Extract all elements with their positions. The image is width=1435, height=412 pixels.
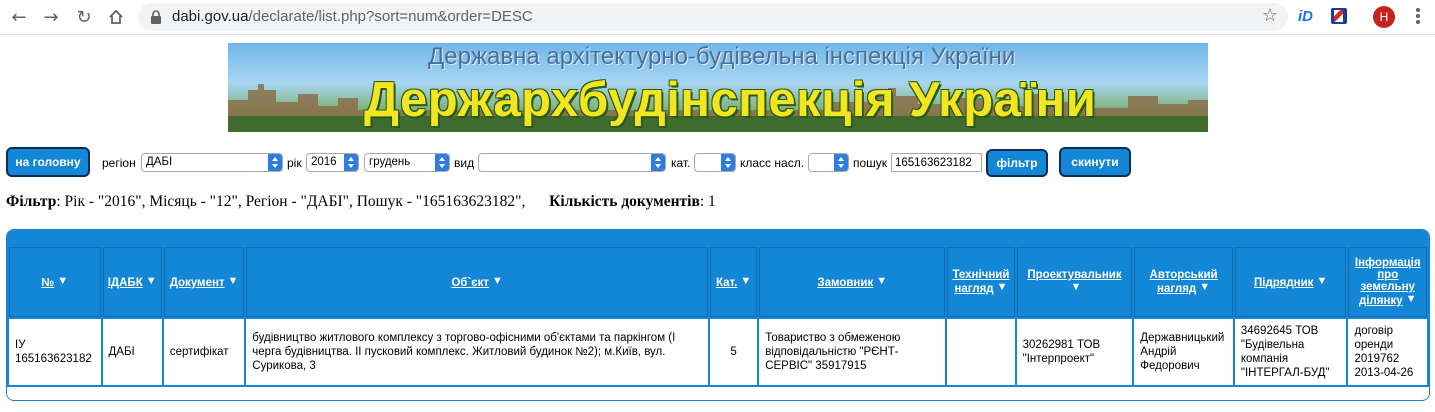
cell-author-supervision: Державницький Андрій Федорович xyxy=(1134,319,1233,385)
category-select[interactable] xyxy=(694,153,736,172)
year-label: рік xyxy=(287,156,302,170)
home-button[interactable]: на головну xyxy=(6,147,90,177)
url-text: dabi.gov.ua/declarate/list.php?sort=num&… xyxy=(172,8,533,25)
forward-icon[interactable]: → xyxy=(38,4,64,30)
chevron-down-icon xyxy=(651,154,665,171)
id-extension-icon[interactable]: iD xyxy=(1298,8,1313,25)
chevron-down-icon xyxy=(435,154,449,171)
filter-summary-text: : Рік - "2016", Місяць - "12", Регіон - … xyxy=(56,193,526,210)
sort-arrow-icon: ▼ xyxy=(1070,281,1082,293)
browser-toolbar: ← → ↻ dabi.gov.ua/declarate/list.php?sor… xyxy=(0,0,1435,35)
flag-extension-icon[interactable] xyxy=(1331,8,1347,24)
chevron-down-icon xyxy=(268,154,282,171)
cell-land-info: договір оренди 2019762 2013-04-26 xyxy=(1348,319,1427,385)
cell-object: будівництво житлового комплексу з торгов… xyxy=(246,319,708,385)
filter-button[interactable]: фільтр xyxy=(986,149,1048,177)
cell-designer: 30262981 ТОВ "Інтерпроект" xyxy=(1016,319,1133,385)
lock-icon xyxy=(151,10,161,24)
column-header-object[interactable]: Об`єкт ▼ xyxy=(246,247,708,317)
results-table: № ▼ ІДАБК ▼ Документ ▼ Об`єкт ▼ Кат. ▼ Замовн… xyxy=(6,229,1430,401)
search-label: пошук xyxy=(853,156,888,170)
cell-customer: Товариство з обмеженою відповідальністю … xyxy=(759,319,946,385)
table-footer xyxy=(7,387,1429,399)
sort-arrow-icon: ▼ xyxy=(1316,275,1328,287)
column-header-document[interactable]: Документ ▼ xyxy=(163,247,245,317)
back-icon[interactable]: ← xyxy=(6,4,32,30)
table-row: ІУ 165163623182 ДАБІ сертифікат будівниц… xyxy=(9,319,1427,385)
reset-button[interactable]: скинути xyxy=(1059,147,1131,177)
banner-subtitle: Державна архітектурно-будівельна інспекц… xyxy=(428,43,1016,70)
region-select[interactable]: ДАБІ xyxy=(141,153,283,172)
sort-arrow-icon: ▼ xyxy=(145,275,157,287)
sort-arrow-icon: ▼ xyxy=(1199,281,1211,293)
cell-category: 5 xyxy=(709,319,758,385)
home-icon[interactable] xyxy=(103,4,129,30)
site-banner: Державна архітектурно-будівельна інспекц… xyxy=(228,43,1208,132)
column-header-customer[interactable]: Замовник ▼ xyxy=(759,247,946,317)
filter-bar: на головну регіон ДАБІ рік 2016 грудень … xyxy=(0,145,1435,181)
chevron-down-icon xyxy=(834,154,848,171)
year-select[interactable]: 2016 xyxy=(306,153,359,172)
column-header-contractor[interactable]: Підрядник ▼ xyxy=(1234,247,1347,317)
column-header-idabk[interactable]: ІДАБК ▼ xyxy=(102,247,162,317)
menu-icon[interactable] xyxy=(1408,6,1428,28)
class-select[interactable] xyxy=(808,153,849,172)
region-label: регіон xyxy=(102,156,136,170)
category-label: кат. xyxy=(671,156,691,170)
cell-contractor: 34692645 ТОВ "Будівельна компанія "ІНТЕР… xyxy=(1234,319,1347,385)
column-header-category[interactable]: Кат. ▼ xyxy=(709,247,758,317)
sort-arrow-icon: ▼ xyxy=(491,275,503,287)
column-header-land-info[interactable]: Інформація про земельну ділянку ▼ xyxy=(1348,247,1427,317)
sort-arrow-icon: ▼ xyxy=(740,275,752,287)
reload-icon[interactable]: ↻ xyxy=(71,4,97,30)
column-header-designer[interactable]: Проектувальник▼ xyxy=(1016,247,1133,317)
table-header-bar xyxy=(7,230,1429,245)
type-label: вид xyxy=(454,156,475,170)
cell-number: ІУ 165163623182 xyxy=(9,319,101,385)
sort-arrow-icon: ▼ xyxy=(1405,293,1417,305)
cell-idabk: ДАБІ xyxy=(102,319,162,385)
type-select[interactable] xyxy=(478,153,666,172)
sort-arrow-icon: ▼ xyxy=(996,281,1008,293)
column-header-author-supervision[interactable]: Авторський нагляд ▼ xyxy=(1134,247,1233,317)
cell-tech-supervision xyxy=(947,319,1015,385)
star-icon[interactable]: ☆ xyxy=(1262,5,1278,26)
month-select[interactable]: грудень xyxy=(364,153,450,172)
search-input[interactable] xyxy=(891,153,982,172)
document-count-value: : 1 xyxy=(699,193,716,210)
class-label: класс насл. xyxy=(740,156,805,170)
chevron-down-icon xyxy=(344,154,358,171)
filter-summary-label: Фільтр xyxy=(6,193,57,210)
cell-document: сертифікат xyxy=(163,319,245,385)
column-header-tech-supervision[interactable]: Технічний нагляд ▼ xyxy=(947,247,1015,317)
column-header-number[interactable]: № ▼ xyxy=(9,247,101,317)
avatar[interactable]: H xyxy=(1373,6,1395,28)
chevron-down-icon xyxy=(721,154,735,171)
address-bar[interactable]: dabi.gov.ua/declarate/list.php?sort=num&… xyxy=(138,3,1288,31)
filter-summary: Фільтр: Рік - "2016", Місяць - "12", Рег… xyxy=(6,193,716,211)
sort-arrow-icon: ▼ xyxy=(876,275,888,287)
sort-arrow-icon: ▼ xyxy=(227,275,239,287)
sort-arrow-icon: ▼ xyxy=(57,275,69,287)
banner-title: Держархбудінспекція України xyxy=(364,73,1097,127)
document-count-label: Кількість документів xyxy=(549,193,700,210)
